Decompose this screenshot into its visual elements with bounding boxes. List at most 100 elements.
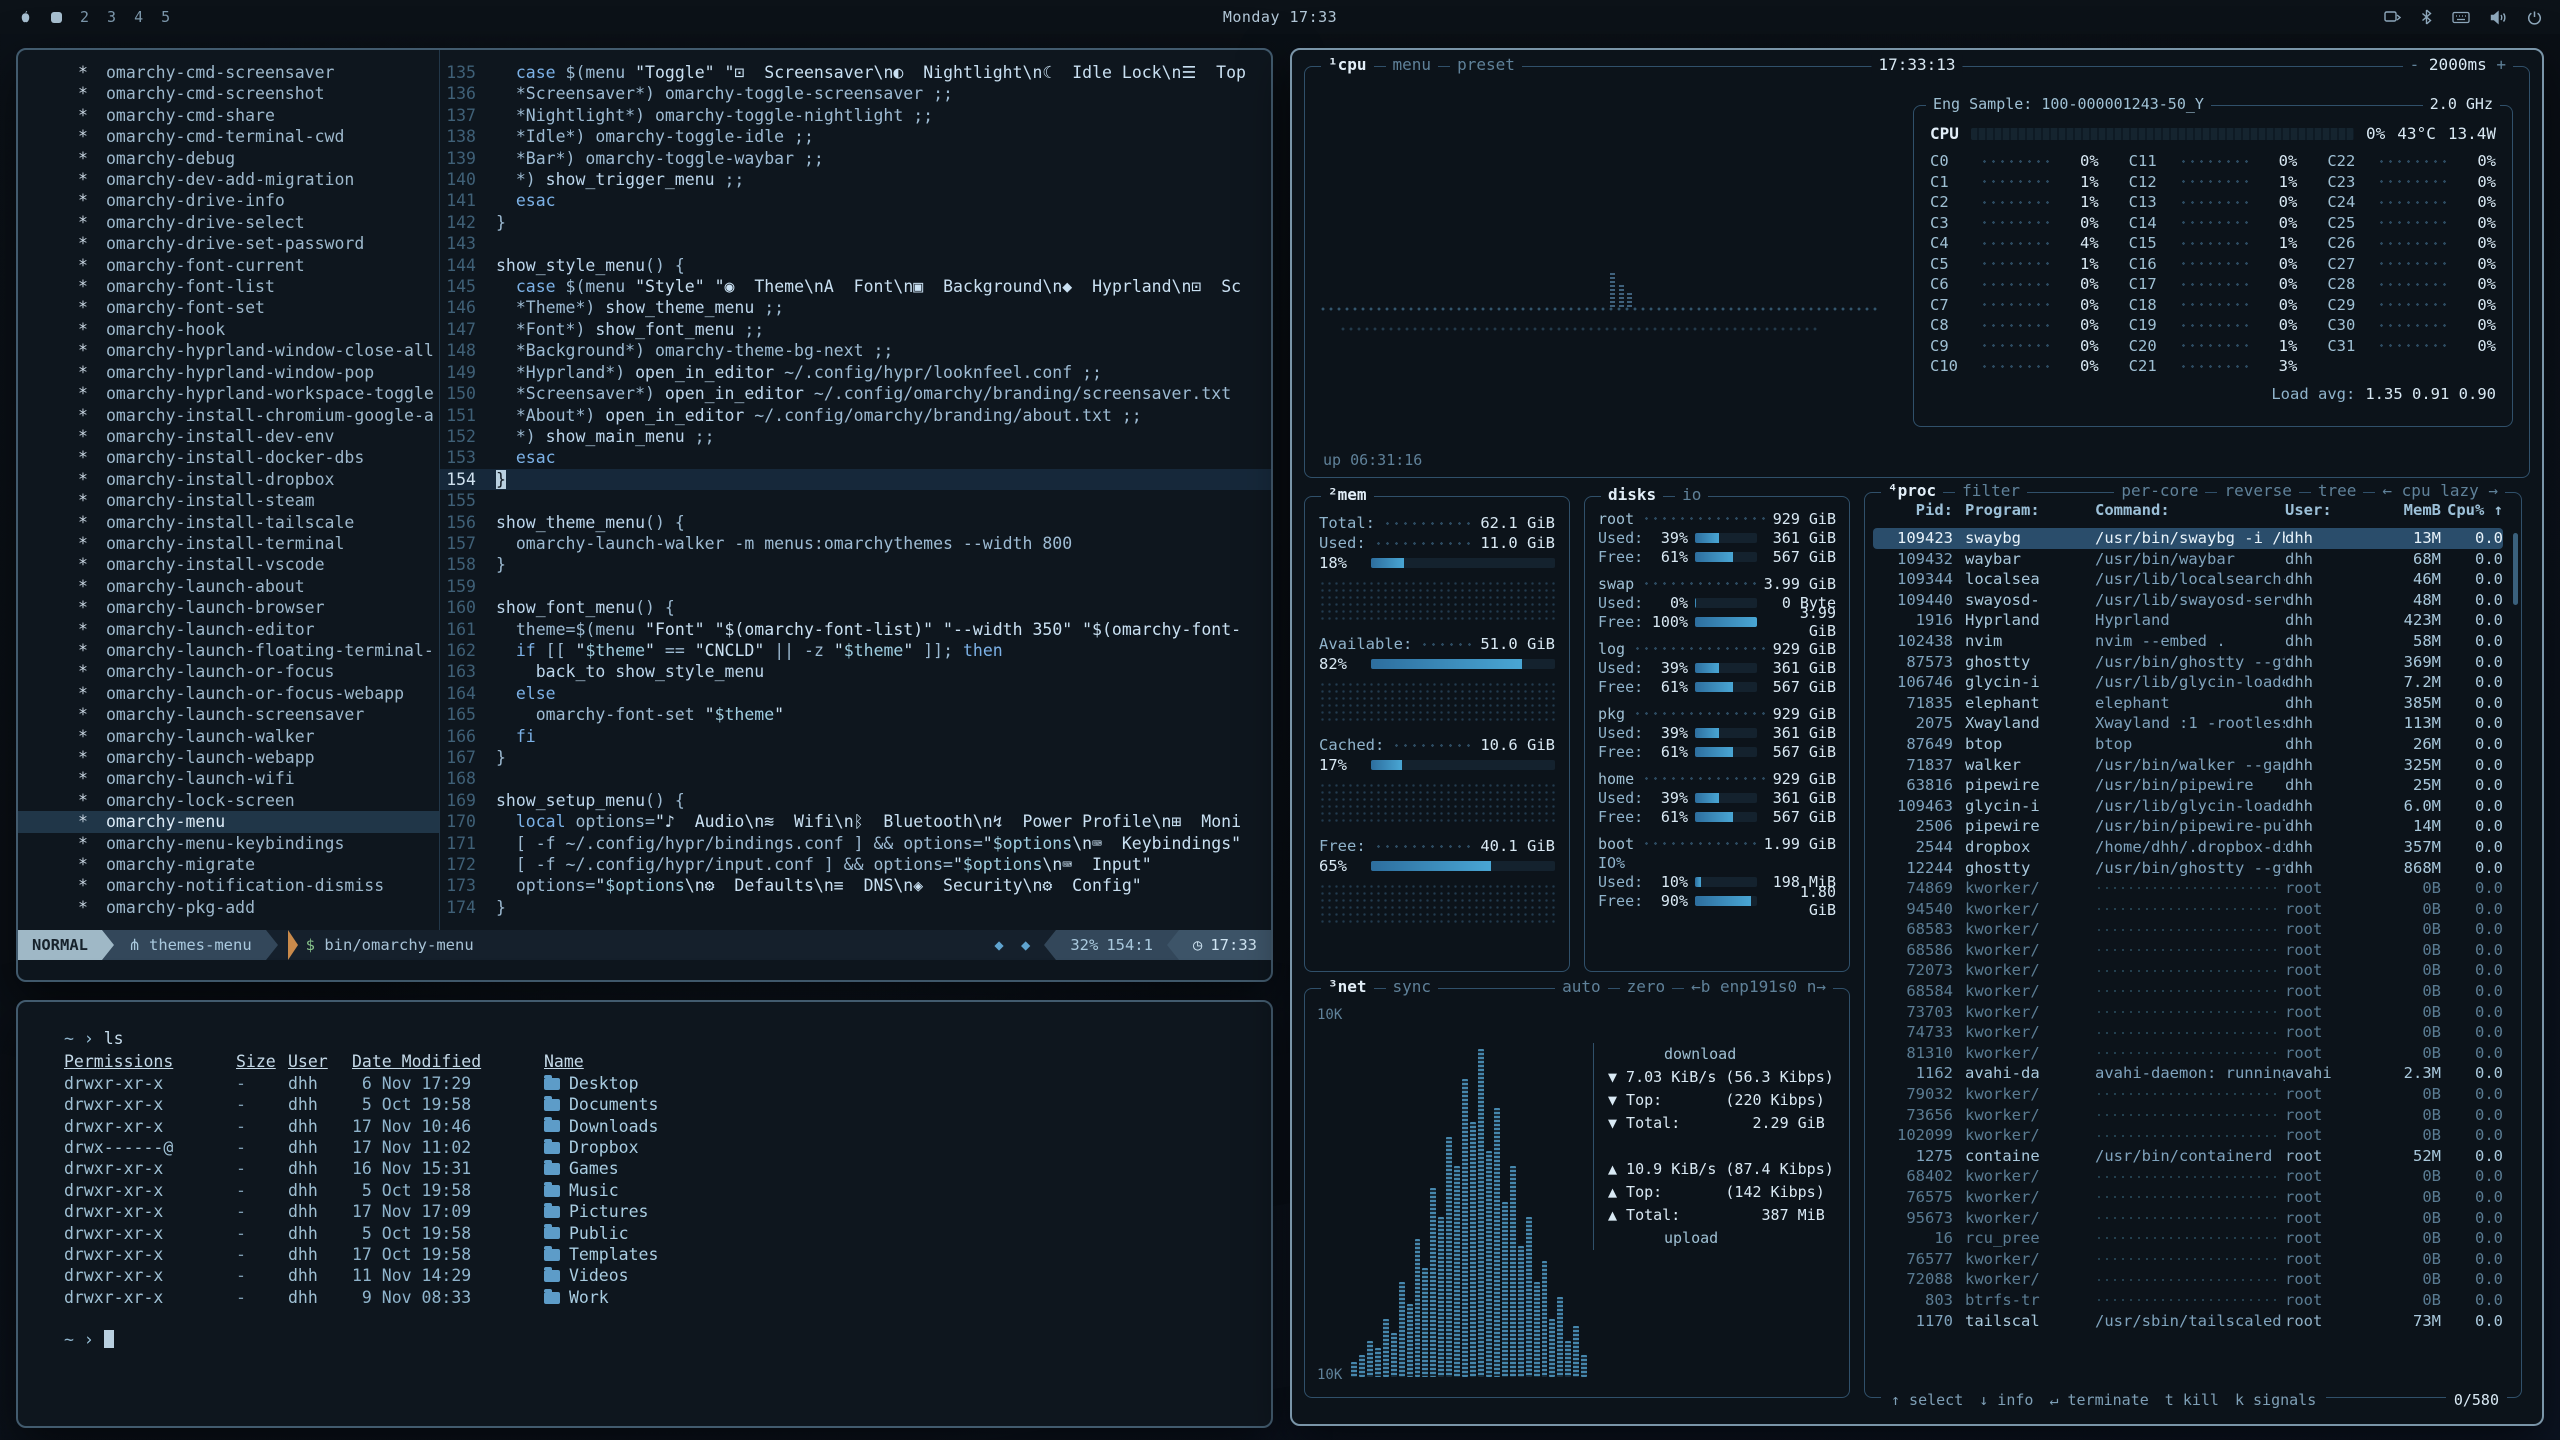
process-row[interactable]: 74869kworker/root0B0.0 [1873,878,2503,899]
process-row[interactable]: 68402kworker/root0B0.0 [1873,1166,2503,1187]
code-line[interactable]: 148 *Background*) omarchy-theme-bg-next … [440,340,1271,361]
code-line[interactable]: 145 case $(menu "Style" "◉ Theme\nA Font… [440,276,1271,297]
code-line[interactable]: 172 [ -f ~/.config/hypr/input.conf ] && … [440,854,1271,875]
code-line[interactable]: 156show_theme_menu() { [440,512,1271,533]
file-list-item[interactable]: *omarchy-cmd-screenshot [18,83,439,104]
process-row[interactable]: 2506pipewire/usr/bin/pipewire-pulsedhh14… [1873,816,2503,837]
process-row[interactable]: 72073kworker/root0B0.0 [1873,960,2503,981]
code-line[interactable]: 173 options="$options\n⚙ Defaults\n≡ DNS… [440,875,1271,896]
net-auto-toggle[interactable]: auto [1555,977,1608,996]
code-line[interactable]: 169show_setup_menu() { [440,790,1271,811]
workspace-button-4[interactable]: 4 [134,8,143,26]
process-row[interactable]: 102099kworker/root0B0.0 [1873,1125,2503,1146]
process-row[interactable]: 803btrfs-trroot0B0.0 [1873,1290,2503,1311]
keyboard-icon[interactable] [2452,11,2470,24]
file-list-item[interactable]: *omarchy-launch-wifi [18,768,439,789]
screencast-icon[interactable] [2384,10,2401,25]
file-list-item[interactable]: *omarchy-launch-or-focus-webapp [18,683,439,704]
process-row[interactable]: 2075XwaylandXwayland :1 -rootless -dhh11… [1873,713,2503,734]
workspace-button-5[interactable]: 5 [161,8,170,26]
process-row[interactable]: 79032kworker/root0B0.0 [1873,1084,2503,1105]
process-row[interactable]: 74733kworker/root0B0.0 [1873,1022,2503,1043]
code-line[interactable]: 149 *Hyprland*) open_in_editor ~/.config… [440,362,1271,383]
process-row[interactable]: 109440swayosd-/usr/lib/swayosd-serverdhh… [1873,590,2503,611]
file-list-item[interactable]: *omarchy-menu-keybindings [18,833,439,854]
code-line[interactable]: 165 omarchy-font-set "$theme" [440,704,1271,725]
file-list-item[interactable]: *omarchy-launch-screensaver [18,704,439,725]
code-line[interactable]: 142} [440,212,1271,233]
code-line[interactable]: 138 *Idle*) omarchy-toggle-idle ;; [440,126,1271,147]
process-row[interactable]: 109432waybar/usr/bin/waybardhh68M0.0 [1873,549,2503,570]
workspace-button-2[interactable]: 2 [80,8,89,26]
process-row[interactable]: 71835elephantelephantdhh385M0.0 [1873,693,2503,714]
code-line[interactable]: 174} [440,897,1271,918]
tab-cpu[interactable]: ¹cpu [1321,55,1374,74]
file-list-item[interactable]: *omarchy-font-current [18,255,439,276]
code-line[interactable]: 163 back_to show_style_menu [440,661,1271,682]
process-row[interactable]: 109463glycin-i/usr/lib/glycin-loadersdhh… [1873,796,2503,817]
code-line[interactable]: 154} [440,469,1271,490]
process-row[interactable]: 102438nvimnvim --embed .dhh58M0.0 [1873,631,2503,652]
file-list-item[interactable]: *omarchy-drive-info [18,190,439,211]
process-row[interactable]: 76575kworker/root0B0.0 [1873,1187,2503,1208]
workspace-active-indicator[interactable] [51,12,62,23]
process-row[interactable]: 109344localsea/usr/lib/localsearch-exdhh… [1873,569,2503,590]
process-row[interactable]: 81310kworker/root0B0.0 [1873,1043,2503,1064]
file-list-item[interactable]: *omarchy-launch-floating-terminal- [18,640,439,661]
code-pane[interactable]: 135 case $(menu "Toggle" "⊡ Screensaver\… [440,50,1271,930]
proc-per-core-toggle[interactable]: per-core [2114,481,2205,500]
tab-sync[interactable]: sync [1386,977,1439,996]
file-list-item[interactable]: *omarchy-font-list [18,276,439,297]
preset-button[interactable]: preset [1450,55,1522,74]
process-table-header[interactable]: Pid: Program: Command: User: MemB Cpu% ↑ [1873,501,2503,519]
code-line[interactable]: 168 [440,768,1271,789]
file-list-item[interactable]: *omarchy-drive-set-password [18,233,439,254]
file-list-item[interactable]: *omarchy-launch-about [18,576,439,597]
process-row[interactable]: 63816pipewire/usr/bin/pipewiredhh25M0.0 [1873,775,2503,796]
file-list-item[interactable]: *omarchy-cmd-share [18,105,439,126]
file-list-item[interactable]: *omarchy-dev-add-migration [18,169,439,190]
code-line[interactable]: 141 esac [440,190,1271,211]
tab-disks[interactable]: disks [1601,485,1663,504]
process-row[interactable]: 12244ghostty/usr/bin/ghostty --gtk-dhh86… [1873,858,2503,879]
code-line[interactable]: 143 [440,233,1271,254]
file-list-item[interactable]: *omarchy-notification-dismiss [18,875,439,896]
code-line[interactable]: 171 [ -f ~/.config/hypr/bindings.conf ] … [440,833,1271,854]
power-icon[interactable] [2527,10,2542,25]
file-list-item[interactable]: *omarchy-install-terminal [18,533,439,554]
code-line[interactable]: 135 case $(menu "Toggle" "⊡ Screensaver\… [440,62,1271,83]
footer-key[interactable]: t kill [2165,1391,2219,1409]
net-zero-toggle[interactable]: zero [1620,977,1673,996]
code-line[interactable]: 160show_font_menu() { [440,597,1271,618]
process-row[interactable]: 87649btopbtopdhh26M0.0 [1873,734,2503,755]
file-list-item[interactable]: *omarchy-launch-walker [18,726,439,747]
code-line[interactable]: 159 [440,576,1271,597]
code-line[interactable]: 140 *) show_trigger_menu ;; [440,169,1271,190]
code-line[interactable]: 144show_style_menu() { [440,255,1271,276]
process-row[interactable]: 94540kworker/root0B0.0 [1873,899,2503,920]
footer-key[interactable]: ↑ select [1891,1391,1963,1409]
file-list-item[interactable]: *omarchy-install-vscode [18,554,439,575]
process-row[interactable]: 71837walker/usr/bin/walker --gappldhh325… [1873,755,2503,776]
file-list-item[interactable]: *omarchy-install-steam [18,490,439,511]
code-line[interactable]: 162 if [[ "$theme" == "CNCLD" || -z "$th… [440,640,1271,661]
proc-reverse-toggle[interactable]: reverse [2217,481,2298,500]
file-list-item[interactable]: *omarchy-drive-select [18,212,439,233]
code-line[interactable]: 139 *Bar*) omarchy-toggle-waybar ;; [440,148,1271,169]
code-line[interactable]: 155 [440,490,1271,511]
tab-net[interactable]: ³net [1321,977,1374,996]
code-line[interactable]: 136 *Screensaver*) omarchy-toggle-screen… [440,83,1271,104]
code-line[interactable]: 152 *) show_main_menu ;; [440,426,1271,447]
process-row[interactable]: 68583kworker/root0B0.0 [1873,919,2503,940]
interval-plus-button[interactable]: + [2496,55,2506,74]
process-row[interactable]: 2544dropbox/home/dhh/.dropbox-distdhh357… [1873,837,2503,858]
file-list-item[interactable]: *omarchy-install-docker-dbs [18,447,439,468]
process-row[interactable]: 95673kworker/root0B0.0 [1873,1208,2503,1229]
os-logo-icon[interactable] [18,9,33,25]
file-list-item[interactable]: *omarchy-install-dropbox [18,469,439,490]
footer-key[interactable]: ↵ terminate [2049,1391,2148,1409]
process-row[interactable]: 72088kworker/root0B0.0 [1873,1269,2503,1290]
file-list-item[interactable]: *omarchy-install-chromium-google-a [18,405,439,426]
code-line[interactable]: 147 *Font*) show_font_menu ;; [440,319,1271,340]
process-row[interactable]: 1275containe/usr/bin/containerdroot52M0.… [1873,1146,2503,1167]
